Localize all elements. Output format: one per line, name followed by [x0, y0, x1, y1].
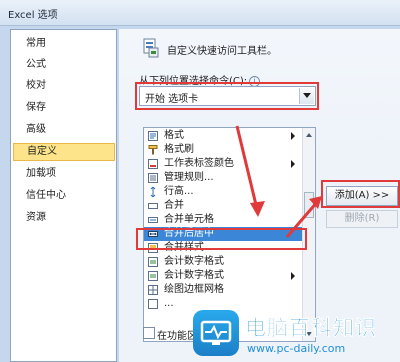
- arrow-down-annotation: [235, 125, 259, 210]
- sidebar-item-resources[interactable]: 资源: [13, 209, 115, 227]
- sidebar-item-formulas[interactable]: 公式: [13, 56, 115, 74]
- sidebar-item-popular[interactable]: 常用: [13, 35, 115, 53]
- options-sidebar: 常用 公式 校对 保存 高级 自定义 加载项 信任中心 资源: [10, 29, 117, 362]
- watermark-logo: [193, 310, 239, 356]
- sidebar-item-addins[interactable]: 加载项: [13, 165, 115, 183]
- watermark-title: 电脑百科知识: [245, 316, 377, 340]
- window-title: Excel 选项: [8, 10, 58, 21]
- sidebar-item-trust-center[interactable]: 信任中心: [13, 187, 115, 205]
- sidebar-item-save[interactable]: 保存: [13, 99, 115, 117]
- watermark: 电脑百科知识 www.pc-daily.com: [193, 308, 400, 362]
- arrow-down-head: [250, 201, 265, 217]
- arrow-up-annotation: [285, 200, 320, 238]
- title-bar: Excel 选项: [0, 0, 400, 26]
- sidebar-item-advanced[interactable]: 高级: [13, 121, 115, 139]
- sidebar-item-proofing[interactable]: 校对: [13, 77, 115, 95]
- monitor-pulse-icon: [200, 320, 232, 345]
- sidebar-item-customize[interactable]: 自定义: [13, 143, 115, 161]
- excel-options-dialog: Excel 选项 常用 公式 校对 保存 高级 自定义 加载项 信任中心 资源 …: [0, 0, 400, 362]
- watermark-url: www.pc-daily.com: [247, 342, 346, 355]
